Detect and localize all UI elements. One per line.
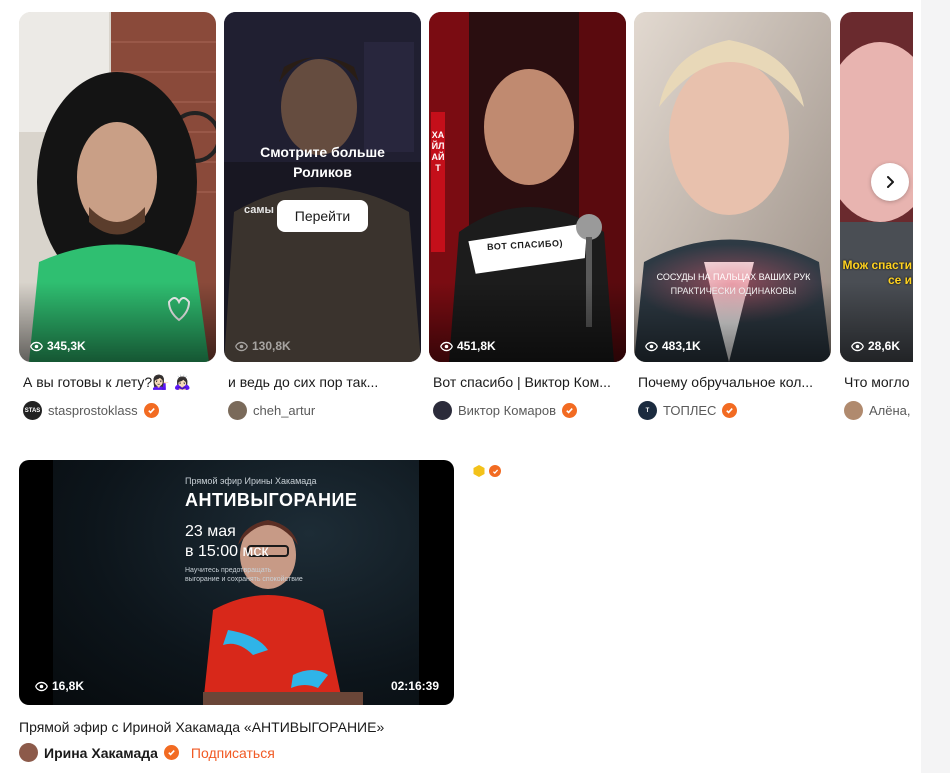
short-card[interactable]: 345,3K А вы готовы к лету?💁🏻‍♀️ 🙇🏻‍♀️ ST… bbox=[19, 12, 216, 420]
view-count: 130,8K bbox=[235, 339, 291, 353]
eye-icon bbox=[235, 341, 248, 351]
short-card[interactable]: СОСУДЫ НА ПАЛЬЦАХ ВАШИХ РУК ПРАКТИЧЕСКИ … bbox=[634, 12, 831, 420]
eye-icon bbox=[851, 341, 864, 351]
verified-icon bbox=[489, 465, 501, 477]
short-card[interactable]: ХАЙЛАЙТ ВОТ СПАСИБО) 451,8K Вот спасибо … bbox=[429, 12, 626, 420]
avatar: STAS bbox=[23, 401, 42, 420]
short-thumbnail[interactable]: Смотрите больше Роликов самы Перейти 130… bbox=[224, 12, 421, 362]
verified-icon bbox=[143, 403, 159, 418]
avatar bbox=[844, 401, 863, 420]
view-count: 451,8K bbox=[440, 339, 496, 353]
view-count: 345,3K bbox=[30, 339, 86, 353]
avatar bbox=[19, 743, 38, 762]
short-author[interactable]: T ТОПЛЕС bbox=[634, 401, 831, 420]
verified-icon bbox=[163, 745, 179, 760]
subscribe-button[interactable]: Подписаться bbox=[191, 745, 275, 761]
eye-icon bbox=[35, 681, 48, 691]
verified-icon bbox=[722, 403, 738, 418]
featured-video-title[interactable]: Прямой эфир с Ириной Хакамада «АНТИВЫГОР… bbox=[19, 719, 384, 735]
short-author[interactable]: Виктор Комаров bbox=[429, 401, 626, 420]
video-poster: Прямой эфир Ирины Хакамада АНТИВЫГОРАНИЕ… bbox=[53, 460, 419, 705]
short-title[interactable]: Что могло bbox=[840, 373, 913, 391]
chevron-right-icon[interactable] bbox=[871, 163, 909, 201]
featured-video-author[interactable]: Ирина Хакамада Подписаться bbox=[19, 743, 275, 762]
view-count: 483,1K bbox=[645, 339, 701, 353]
short-title[interactable]: и ведь до сих пор так... bbox=[224, 373, 419, 391]
short-author[interactable]: cheh_artur bbox=[224, 401, 421, 420]
avatar: T bbox=[638, 401, 657, 420]
poster-heading: АНТИВЫГОРАНИЕ bbox=[185, 490, 358, 510]
channel-badges bbox=[472, 464, 501, 478]
poster-description: Научитесь предотвращать выгорание и сохр… bbox=[185, 567, 303, 583]
verified-icon bbox=[561, 403, 577, 418]
short-thumbnail[interactable]: 345,3K bbox=[19, 12, 216, 362]
short-title[interactable]: Вот спасибо | Виктор Ком... bbox=[429, 373, 624, 391]
view-count: 16,8K bbox=[35, 679, 84, 693]
peek-text: самы bbox=[244, 204, 274, 216]
avatar bbox=[228, 401, 247, 420]
featured-video-thumbnail[interactable]: Прямой эфир Ирины Хакамада АНТИВЫГОРАНИЕ… bbox=[19, 460, 454, 705]
short-author[interactable]: STAS stasprostoklass bbox=[19, 401, 216, 420]
short-card[interactable]: Мож спасти се и 28,6K Что могло Алёна, bbox=[840, 12, 913, 420]
short-author[interactable]: Алёна, bbox=[840, 401, 913, 420]
eye-icon bbox=[30, 341, 43, 351]
short-thumbnail[interactable]: СОСУДЫ НА ПАЛЬЦАХ ВАШИХ РУК ПРАКТИЧЕСКИ … bbox=[634, 12, 831, 362]
content-panel: 345,3K А вы готовы к лету?💁🏻‍♀️ 🙇🏻‍♀️ ST… bbox=[0, 0, 921, 773]
shorts-shelf: 345,3K А вы готовы к лету?💁🏻‍♀️ 🙇🏻‍♀️ ST… bbox=[19, 12, 913, 432]
eye-icon bbox=[440, 341, 453, 351]
short-card[interactable]: Смотрите больше Роликов самы Перейти 130… bbox=[224, 12, 421, 420]
short-title[interactable]: Почему обручальное кол... bbox=[634, 373, 829, 391]
poster-date: 23 мая в 15:00 мск bbox=[185, 523, 269, 560]
go-button[interactable]: Перейти bbox=[277, 200, 368, 232]
eye-icon bbox=[645, 341, 658, 351]
more-shorts-prompt: Смотрите больше Роликов bbox=[260, 144, 385, 180]
short-thumbnail[interactable]: ХАЙЛАЙТ ВОТ СПАСИБО) 451,8K bbox=[429, 12, 626, 362]
avatar bbox=[433, 401, 452, 420]
poster-kicker: Прямой эфир Ирины Хакамада bbox=[185, 476, 317, 486]
view-count: 28,6K bbox=[851, 339, 900, 353]
short-title[interactable]: А вы готовы к лету?💁🏻‍♀️ 🙇🏻‍♀️ bbox=[19, 373, 214, 391]
video-duration: 02:16:39 bbox=[390, 679, 439, 693]
side-label: ХАЙЛАЙТ bbox=[431, 130, 445, 173]
hexagon-icon bbox=[473, 465, 485, 477]
